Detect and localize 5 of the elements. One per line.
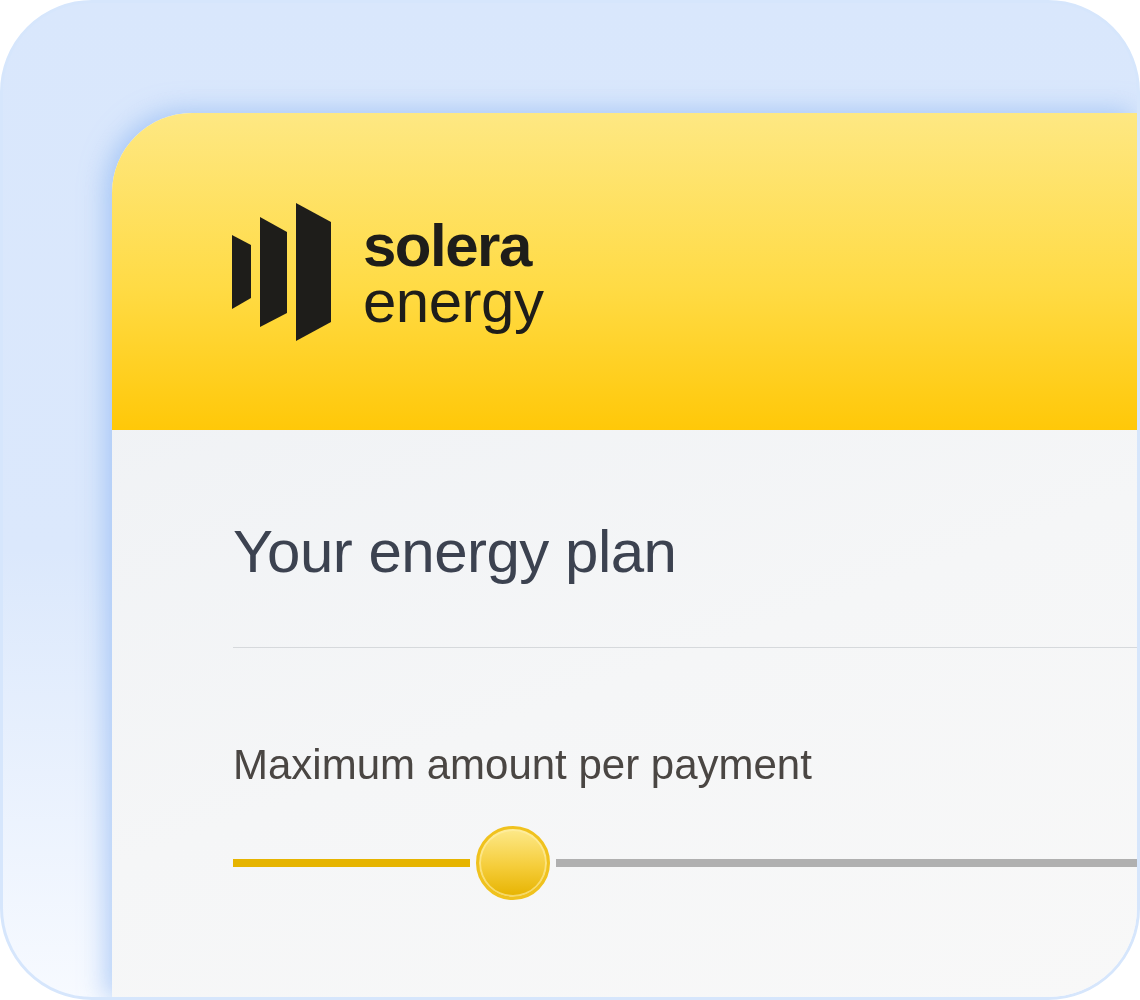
amount-slider[interactable]	[233, 826, 1137, 900]
logo-wordmark-top: solera	[363, 217, 533, 274]
slider-label: Maximum amount per payment	[233, 740, 813, 790]
logo-icon	[232, 202, 331, 341]
plan-title: Your energy plan	[233, 517, 678, 587]
